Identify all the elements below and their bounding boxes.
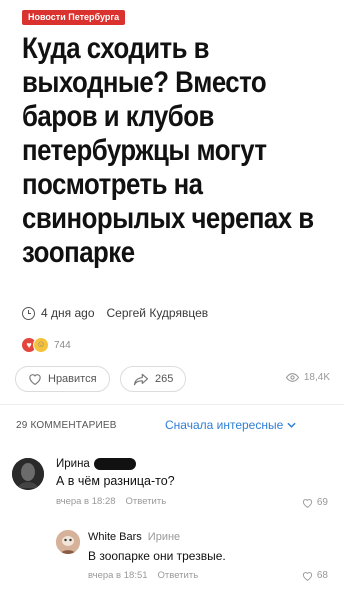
comment-like-count: 69: [316, 497, 328, 508]
comment-author[interactable]: Ирина: [56, 458, 136, 470]
like-button[interactable]: Нравится: [15, 366, 110, 392]
laugh-reaction-icon: ☺: [33, 337, 49, 353]
comment-author-name: White Bars: [88, 531, 142, 543]
comment-like-button[interactable]: 69: [302, 497, 328, 508]
comment-author[interactable]: White Bars Ирине: [88, 531, 180, 543]
reactions-summary[interactable]: ♥ ☺ 744: [22, 337, 71, 353]
comment-time: вчера в 18:28: [56, 496, 116, 507]
avatar[interactable]: [56, 530, 80, 554]
article-author[interactable]: Сергей Кудрявцев: [107, 306, 209, 320]
comment-like-button[interactable]: 68: [302, 570, 328, 581]
avatar[interactable]: [12, 458, 44, 490]
article-headline: Куда сходить в выходные? Вместо баров и …: [22, 32, 314, 269]
article-time: 4 дня ago: [41, 306, 95, 320]
reply-button[interactable]: Ответить: [126, 496, 167, 507]
eye-icon: [285, 373, 299, 382]
reply-button[interactable]: Ответить: [158, 570, 199, 581]
comments-count: 29 КОММЕНТАРИЕВ: [16, 420, 117, 431]
divider: [0, 404, 344, 405]
share-count: 265: [155, 373, 174, 385]
heart-outline-icon: [302, 498, 313, 508]
article-meta: 4 дня ago Сергей Кудрявцев: [22, 306, 208, 320]
comment-meta: вчера в 18:28 Ответить: [56, 496, 166, 507]
share-button[interactable]: 265: [120, 366, 187, 392]
chevron-down-icon: [287, 422, 296, 428]
views-counter: 18,4K: [285, 372, 330, 383]
comment-author-name: Ирина: [56, 458, 90, 470]
share-arrow-icon: [133, 373, 149, 386]
heart-outline-icon: [302, 571, 313, 581]
comment-text: В зоопарке они трезвые.: [88, 549, 226, 563]
comment-meta: вчера в 18:51 Ответить: [88, 570, 198, 581]
comment-text: А в чём разница-то?: [56, 474, 175, 488]
comment-like-count: 68: [316, 570, 328, 581]
comments-sort-dropdown[interactable]: Сначала интересные: [165, 418, 296, 432]
heart-outline-icon: [28, 373, 42, 385]
like-label: Нравится: [48, 373, 97, 385]
reactions-count: 744: [54, 339, 71, 351]
category-badge[interactable]: Новости Петербурга: [22, 10, 126, 25]
comment-time: вчера в 18:51: [88, 570, 148, 581]
clock-icon: [22, 306, 35, 320]
redacted-surname: [93, 458, 136, 470]
reply-to-label[interactable]: Ирине: [148, 531, 180, 543]
sort-label: Сначала интересные: [165, 418, 284, 432]
views-count: 18,4K: [303, 372, 330, 383]
